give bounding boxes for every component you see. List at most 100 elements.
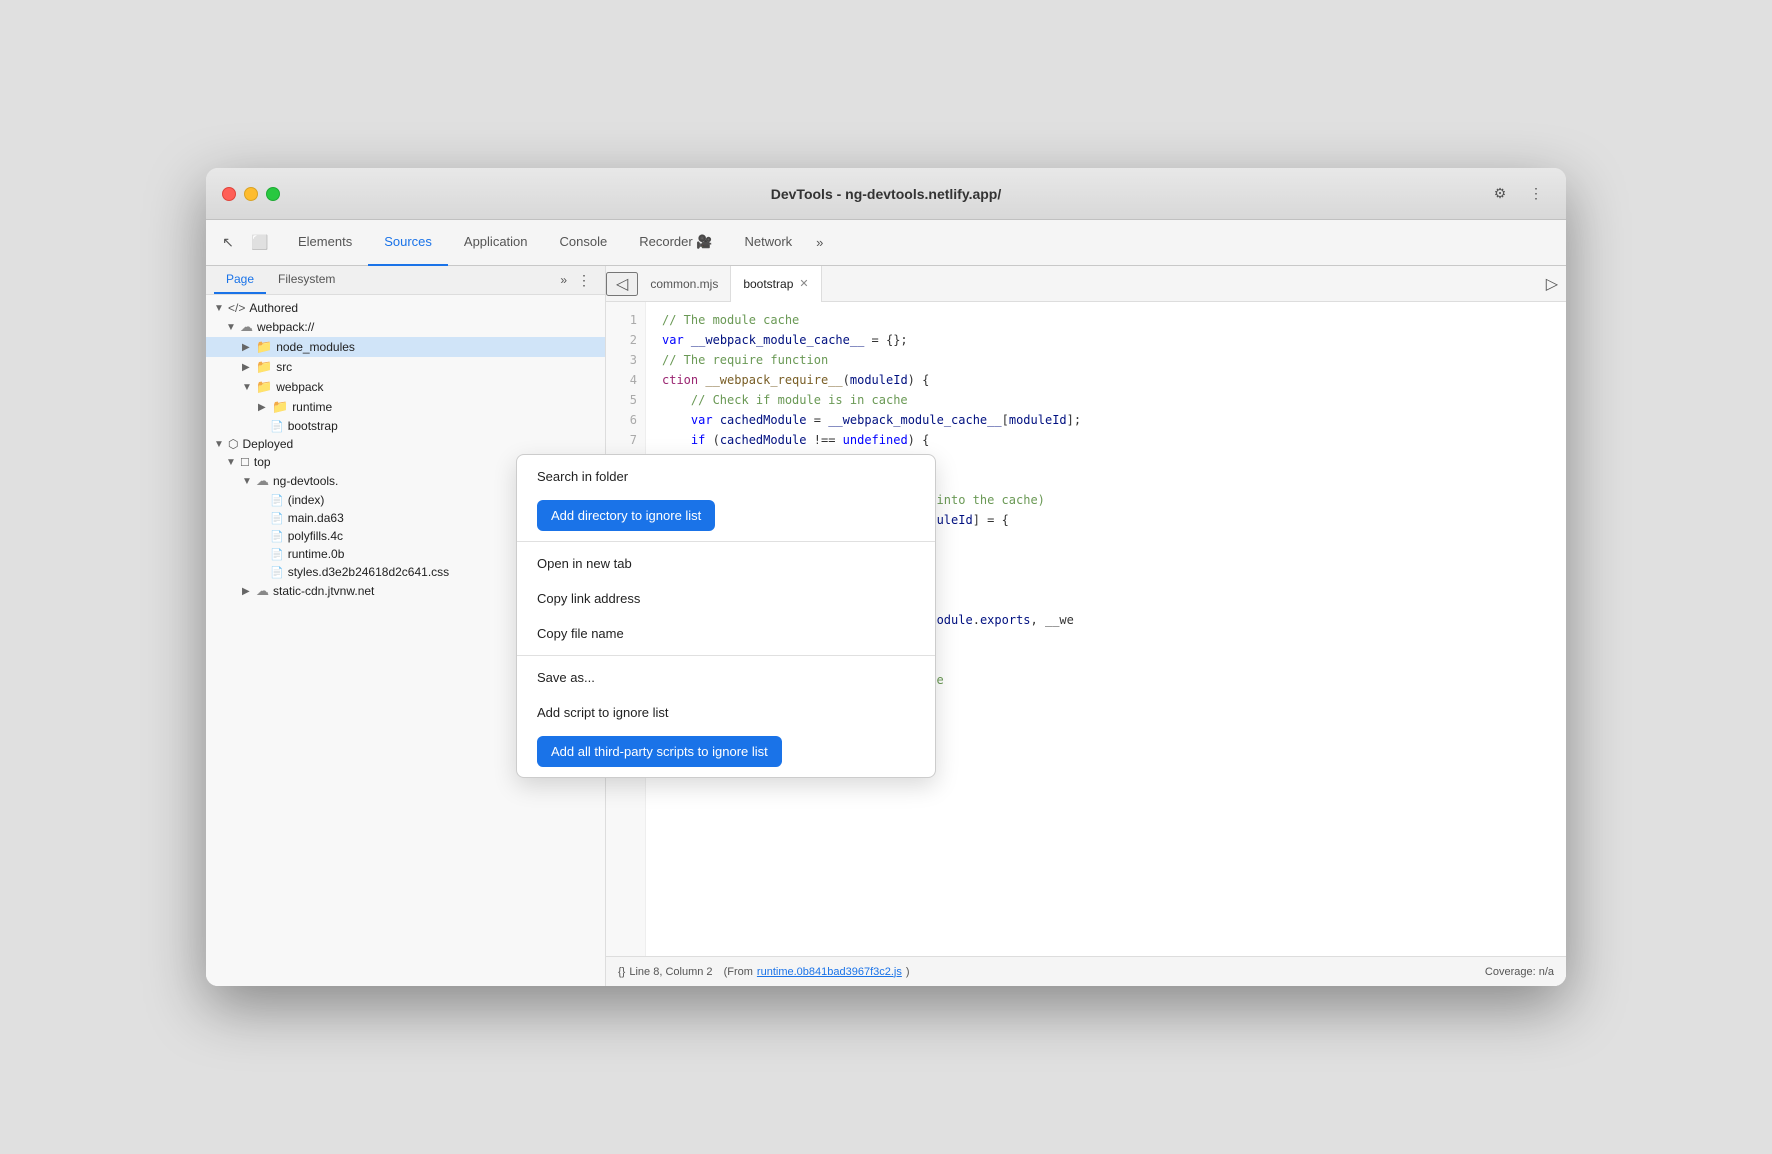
webpack-folder-item[interactable]: ▼ 📁 webpack — [206, 377, 605, 397]
runtime-js-item[interactable]: 📄 runtime.0b — [206, 545, 605, 563]
window-title: DevTools - ng-devtools.netlify.app/ — [771, 186, 1002, 202]
close-button[interactable] — [222, 187, 236, 201]
cloud-icon: ☁ — [240, 319, 253, 335]
status-bar: {} Line 8, Column 2 (From runtime.0b841b… — [606, 956, 1566, 986]
index-item[interactable]: 📄 (index) — [206, 491, 605, 509]
from-label — [717, 966, 720, 978]
main-toolbar: ↖ ⬜ Elements Sources Application Console… — [206, 220, 1566, 266]
editor-tabs: ◁ common.mjs bootstrap ✕ ▷ — [606, 266, 1566, 302]
devtools-window: DevTools - ng-devtools.netlify.app/ ⚙ ⋮ … — [206, 168, 1566, 986]
status-left: {} Line 8, Column 2 (From runtime.0b841b… — [618, 966, 910, 978]
ng-devtools-item[interactable]: ▼ ☁ ng-devtools. — [206, 471, 605, 491]
file-icon: 📄 — [270, 530, 284, 543]
code-line-9: return cachedModule.exports; — [662, 450, 1550, 470]
triangle-icon: ▶ — [242, 586, 254, 597]
cloud-icon: ☁ — [256, 583, 269, 599]
triangle-icon: ▼ — [214, 303, 226, 314]
source-file-link[interactable]: runtime.0b841bad3967f3c2.js — [757, 966, 902, 978]
code-line-4: // The require function — [662, 350, 1550, 370]
code-line-12: ule = __webpack_module_cache__[moduleId]… — [662, 510, 1550, 530]
src-item[interactable]: ▶ 📁 src — [206, 357, 605, 377]
cube-icon: ⬡ — [228, 437, 238, 451]
close-tab-icon[interactable]: ✕ — [799, 277, 808, 290]
editor-body: 1 2 3 4 5 6 7 8 9 10 11 12 13 14 15 17 — [606, 302, 1566, 956]
tab-network[interactable]: Network — [728, 220, 808, 266]
status-right: Coverage: n/a — [1485, 966, 1554, 978]
tab-console[interactable]: Console — [544, 220, 624, 266]
position-text: Line 8, Column 2 — [629, 966, 712, 978]
tab-page[interactable]: Page — [214, 266, 266, 294]
code-line-24: // Return the exports of the module — [662, 670, 1550, 690]
code-line-20: // Mark the module as loaded — [662, 630, 1550, 650]
file-icon: 📄 — [270, 548, 284, 561]
tab-recorder[interactable]: Recorder 🎥 — [623, 220, 728, 266]
title-bar: DevTools - ng-devtools.netlify.app/ ⚙ ⋮ — [206, 168, 1566, 220]
code-line-10: } — [662, 470, 1550, 490]
cursor-icon[interactable]: ↖ — [214, 229, 242, 257]
file-icon: 📄 — [270, 512, 284, 525]
triangle-icon: ▶ — [258, 402, 270, 413]
triangle-icon: ▼ — [226, 322, 238, 333]
main-area: Page Filesystem » ⋮ ▼ </> Authored ▼ — [206, 266, 1566, 986]
main-js-item[interactable]: 📄 main.da63 — [206, 509, 605, 527]
file-tree: ▼ </> Authored ▼ ☁ webpack:// ▶ 📁 node_m… — [206, 295, 605, 986]
file-icon: 📄 — [270, 566, 284, 579]
code-line-8: if (cachedModule !== undefined) { — [662, 430, 1550, 450]
webpack-header[interactable]: ▼ ☁ webpack:// — [206, 317, 605, 337]
deployed-header[interactable]: ▼ ⬡ Deployed — [206, 435, 605, 453]
collapse-left-icon[interactable]: ◁ — [606, 272, 638, 296]
panel-tabs: Page Filesystem » ⋮ — [206, 266, 605, 295]
nav-icons: ↖ ⬜ — [214, 229, 274, 257]
left-panel: Page Filesystem » ⋮ ▼ </> Authored ▼ — [206, 266, 606, 986]
code-line-14: ded: false, — [662, 550, 1550, 570]
code-line-21: module.loaded = true; — [662, 650, 1550, 670]
code-line-15: rts: {} — [662, 570, 1550, 590]
file-icon: 📄 — [270, 494, 284, 507]
coverage-text: Coverage: n/a — [1485, 966, 1554, 978]
styles-css-item[interactable]: 📄 styles.d3e2b24618d2c641.css — [206, 563, 605, 581]
code-line-17: // ...ute the module function — [662, 590, 1550, 610]
traffic-lights — [222, 187, 280, 201]
settings-icon[interactable]: ⚙ — [1486, 180, 1514, 208]
from-label-text: (From — [724, 966, 753, 978]
device-icon[interactable]: ⬜ — [246, 229, 274, 257]
code-line-1: // The module cache — [662, 310, 1550, 330]
triangle-icon: ▼ — [242, 476, 254, 487]
tab-sources[interactable]: Sources — [368, 220, 448, 266]
top-item[interactable]: ▼ ☐ top — [206, 453, 605, 471]
triangle-icon: ▼ — [242, 382, 254, 393]
triangle-icon: ▶ — [242, 362, 254, 373]
runtime-item[interactable]: ▶ 📁 runtime — [206, 397, 605, 417]
folder-icon: 📁 — [272, 399, 288, 415]
panel-menu-icon[interactable]: ⋮ — [571, 268, 597, 293]
collapse-right-icon[interactable]: ▷ — [1538, 274, 1566, 294]
code-line-7: var cachedModule = __webpack_module_cach… — [662, 410, 1550, 430]
bootstrap-file-item[interactable]: 📄 bootstrap — [206, 417, 605, 435]
triangle-icon: ▶ — [242, 342, 254, 353]
line-numbers: 1 2 3 4 5 6 7 8 9 10 11 12 13 14 15 17 — [606, 302, 646, 956]
static-cdn-item[interactable]: ▶ ☁ static-cdn.jtvnw.net — [206, 581, 605, 601]
authored-header[interactable]: ▼ </> Authored — [206, 299, 605, 317]
tab-more[interactable]: » — [808, 235, 831, 250]
code-line-6: // Check if module is in cache — [662, 390, 1550, 410]
node-modules-item[interactable]: ▶ 📁 node_modules — [206, 337, 605, 357]
triangle-icon: ▼ — [214, 439, 226, 450]
tab-filesystem[interactable]: Filesystem — [266, 266, 347, 294]
tab-common-mjs[interactable]: common.mjs — [638, 266, 731, 302]
tab-bootstrap[interactable]: bootstrap ✕ — [731, 266, 821, 302]
tab-bar: Elements Sources Application Console Rec… — [282, 220, 1558, 266]
tab-application[interactable]: Application — [448, 220, 544, 266]
panel-tab-more[interactable]: » — [556, 269, 571, 291]
code-editor[interactable]: // The module cache var __webpack_module… — [646, 302, 1566, 956]
box-icon: ☐ — [240, 456, 250, 469]
cloud-icon: ☁ — [256, 473, 269, 489]
polyfills-item[interactable]: 📄 polyfills.4c — [206, 527, 605, 545]
tab-elements[interactable]: Elements — [282, 220, 368, 266]
editor-panel: ◁ common.mjs bootstrap ✕ ▷ 1 2 3 4 5 — [606, 266, 1566, 986]
file-icon: 📄 — [270, 420, 284, 433]
maximize-button[interactable] — [266, 187, 280, 201]
minimize-button[interactable] — [244, 187, 258, 201]
triangle-icon: ▼ — [226, 457, 238, 468]
code-line-11: // ...te a new module (and put it into t… — [662, 490, 1550, 510]
more-options-icon[interactable]: ⋮ — [1522, 180, 1550, 208]
